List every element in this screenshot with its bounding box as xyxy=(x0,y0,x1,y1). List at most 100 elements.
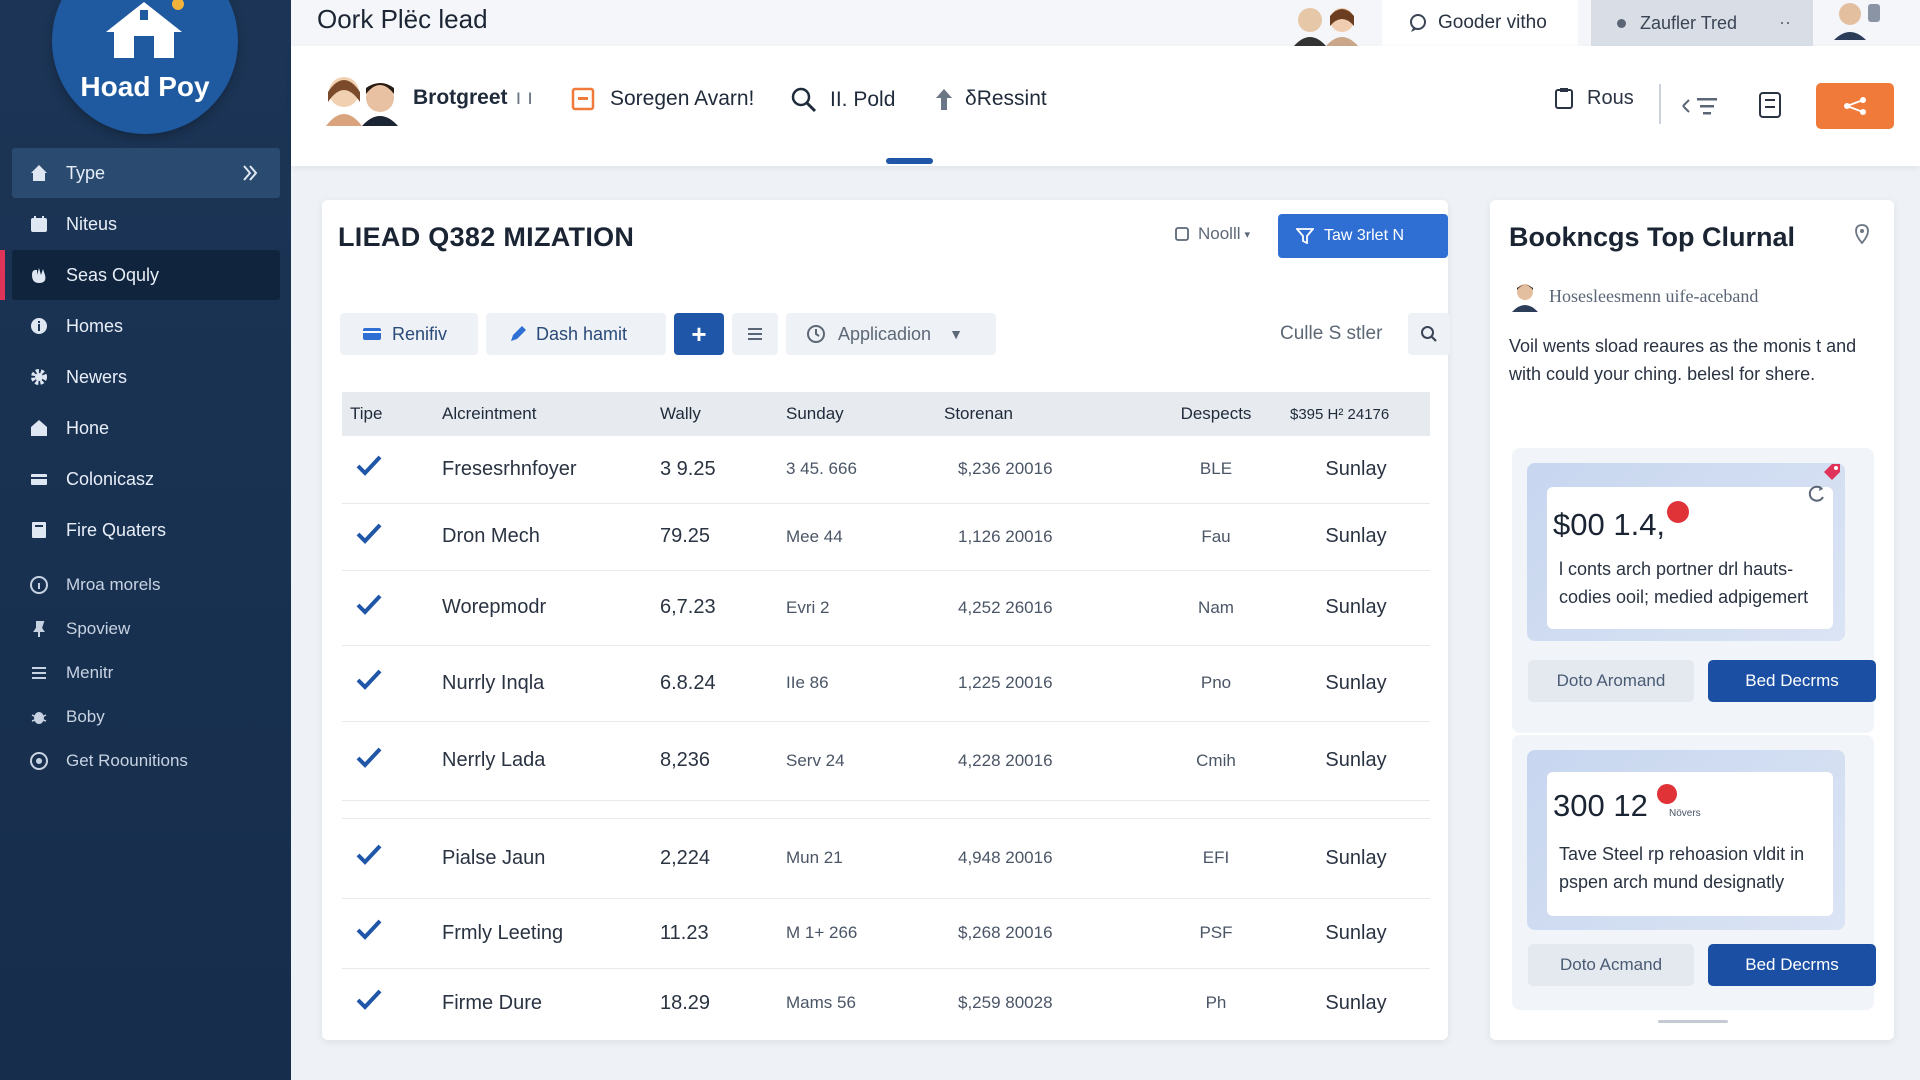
sidebar-item-get-roounitions[interactable]: Get Roounitions xyxy=(12,739,280,782)
user-avatar[interactable] xyxy=(1828,0,1882,40)
check-icon[interactable] xyxy=(342,570,434,646)
sidebar-item-label: Colonicasz xyxy=(66,468,155,489)
tab-label: Zaufler Tred xyxy=(1640,12,1738,33)
table-row[interactable]: Fresesrhnfoyer 3 9.25 3 45. 666 $,236 20… xyxy=(342,436,1430,504)
check-icon[interactable] xyxy=(342,898,434,969)
dash-hamit-filter[interactable]: Dash hamit xyxy=(486,313,666,355)
search-label[interactable]: Culle S stler xyxy=(1280,323,1382,345)
user-menu[interactable]: Brotgreet ı ı xyxy=(413,86,533,110)
list-view-button[interactable] xyxy=(732,313,778,355)
sidebar-item-seas-oquly[interactable]: Seas Oquly xyxy=(0,250,280,300)
author-line[interactable]: Hosesleesmenn uife-aceband xyxy=(1509,280,1758,312)
sidebar-item-label: Get Roounitions xyxy=(66,750,188,770)
sidebar-item-newers[interactable]: Newers xyxy=(12,352,280,402)
calendar-icon xyxy=(28,213,50,235)
sidebar-item-type[interactable]: Type xyxy=(12,148,280,198)
table-row[interactable]: Firme Dure 18.29 Mams 56 $,259 80028 Ph … xyxy=(342,968,1430,1038)
renifiv-filter[interactable]: Renifiv xyxy=(340,313,478,355)
cell-sunday: Mee 44 xyxy=(778,503,936,571)
sidebar-item-mroa-morels[interactable]: Mroa morels xyxy=(12,563,280,606)
notes-label: Noolll xyxy=(1198,224,1241,243)
sidebar-item-fire-quaters[interactable]: Fire Quaters xyxy=(12,505,280,555)
table-row[interactable]: Nerrly Lada 8,236 Serv 24 4,228 20016 Cm… xyxy=(342,721,1430,801)
more-icon[interactable]: ·· xyxy=(1779,12,1791,33)
card-preview: $00 1.4, l conts arch portner drl hauts-… xyxy=(1527,463,1845,641)
bookings-description: Voil wents sload reaures as the monis t … xyxy=(1509,336,1857,384)
column-header[interactable]: Tipe xyxy=(342,392,434,436)
sidebar: Hoad Poy Type Niteus Seas Oquly Homes Ne… xyxy=(0,0,291,1080)
column-header[interactable]: Despects xyxy=(1150,392,1282,436)
cell-despects: Fau xyxy=(1150,503,1282,571)
new-lead-button[interactable]: Taw 3rlet N xyxy=(1278,214,1448,258)
tab-label: Gooder vitho xyxy=(1438,12,1547,33)
column-header[interactable]: Alcreintment xyxy=(434,392,652,436)
column-header[interactable]: Wally xyxy=(652,392,778,436)
tab-gooder-vitho[interactable]: Gooder vitho xyxy=(1382,0,1578,46)
notes-dropdown[interactable]: Noolll ▾ xyxy=(1174,224,1250,244)
calculator-icon[interactable] xyxy=(1757,90,1783,120)
gear-icon xyxy=(28,366,50,388)
sidebar-item-label: Homes xyxy=(66,315,124,336)
nav-ii-pold[interactable]: II. Pold xyxy=(790,86,895,114)
check-icon[interactable] xyxy=(342,721,434,801)
sidebar-item-label: Menitr xyxy=(66,662,114,682)
cell-name: Pialse Jaun xyxy=(434,818,652,899)
check-icon[interactable] xyxy=(342,645,434,722)
card-primary-button[interactable]: Bed Decrms xyxy=(1708,944,1876,986)
search-button[interactable] xyxy=(1408,313,1450,355)
nav-soregen-avarn[interactable]: Soregen Avarn! xyxy=(570,86,754,112)
search-icon xyxy=(791,87,817,113)
scroll-indicator[interactable] xyxy=(1658,1020,1728,1023)
check-icon[interactable] xyxy=(342,968,434,1038)
column-header[interactable]: Sunday xyxy=(778,392,936,436)
clock-icon xyxy=(807,325,825,343)
tab-zaufler-tred[interactable]: Zaufler Tred ·· xyxy=(1591,0,1813,46)
add-button[interactable]: + xyxy=(674,313,724,355)
sidebar-item-niteus[interactable]: Niteus xyxy=(12,199,280,249)
menu-icon xyxy=(28,662,50,684)
check-icon[interactable] xyxy=(342,818,434,899)
user-name-suffix: ı ı xyxy=(515,86,534,109)
booking-card[interactable]: $00 1.4, l conts arch portner drl hauts-… xyxy=(1512,448,1876,733)
sidebar-item-menitr[interactable]: Menitr xyxy=(12,651,280,694)
booking-card[interactable]: 300 12 Növers Tave Steel rp rehoasion vl… xyxy=(1512,735,1876,1010)
cell-day: Sunlay xyxy=(1282,898,1430,969)
nav-ressint[interactable]: δRessint xyxy=(933,86,1047,112)
bookings-title: Bookncgs Top Clurnal xyxy=(1509,222,1796,252)
location-pin-icon[interactable] xyxy=(1854,224,1870,244)
refresh-icon[interactable] xyxy=(1805,483,1827,505)
column-header[interactable]: $395 H² 24176 xyxy=(1282,392,1430,436)
table-header-row: Tipe Alcreintment Wally Sunday Storenan … xyxy=(342,392,1430,436)
sidebar-item-label: Boby xyxy=(66,706,105,726)
cell-sunday: 3 45. 666 xyxy=(778,436,936,504)
table-row[interactable]: Worepmodr 6,7.23 Evri 2 4,252 26016 Nam … xyxy=(342,570,1430,646)
team-avatars[interactable] xyxy=(1286,0,1366,46)
share-button[interactable] xyxy=(1816,83,1894,129)
sidebar-item-spoview[interactable]: Spoview xyxy=(12,607,280,650)
cell-wally: 3 9.25 xyxy=(652,436,778,504)
sidebar-item-colonicasz[interactable]: Colonicasz xyxy=(12,454,280,504)
sidebar-item-homes[interactable]: Homes xyxy=(12,301,280,351)
table-row[interactable]: Dron Mech 79.25 Mee 44 1,126 20016 Fau S… xyxy=(342,503,1430,571)
info-icon xyxy=(28,315,50,337)
card-secondary-button[interactable]: Doto Aromand xyxy=(1528,660,1694,702)
table-row[interactable]: Frmly Leeting 11.23 M 1+ 266 $,268 20016… xyxy=(342,898,1430,969)
check-icon[interactable] xyxy=(342,503,434,571)
sidebar-secondary-nav: Mroa morels Spoview Menitr Boby Get Roou… xyxy=(12,563,280,783)
application-dropdown[interactable]: Applicadion ▼ xyxy=(786,313,996,355)
filter-icon[interactable] xyxy=(1679,94,1719,118)
cell-sunday: IIe 86 xyxy=(778,645,936,722)
table-row[interactable]: Pialse Jaun 2,224 Mun 21 4,948 20016 EFI… xyxy=(342,818,1430,899)
panel-title: LIEAD Q382 MIZATION xyxy=(338,222,635,252)
sidebar-item-boby[interactable]: Boby xyxy=(12,695,280,738)
app-logo[interactable]: Hoad Poy xyxy=(52,0,238,134)
column-header[interactable]: Storenan xyxy=(936,392,1150,436)
card-primary-button[interactable]: Bed Decrms xyxy=(1708,660,1876,702)
rous-button[interactable]: Rous xyxy=(1553,86,1634,110)
cell-storenan: 4,228 20016 xyxy=(936,721,1150,801)
check-icon[interactable] xyxy=(342,436,434,504)
table-row[interactable]: Nurrly Inqla 6.8.24 IIe 86 1,225 20016 P… xyxy=(342,645,1430,722)
card-secondary-button[interactable]: Doto Acmand xyxy=(1528,944,1694,986)
user-avatars[interactable] xyxy=(318,72,408,126)
sidebar-item-hone[interactable]: Hone xyxy=(12,403,280,453)
